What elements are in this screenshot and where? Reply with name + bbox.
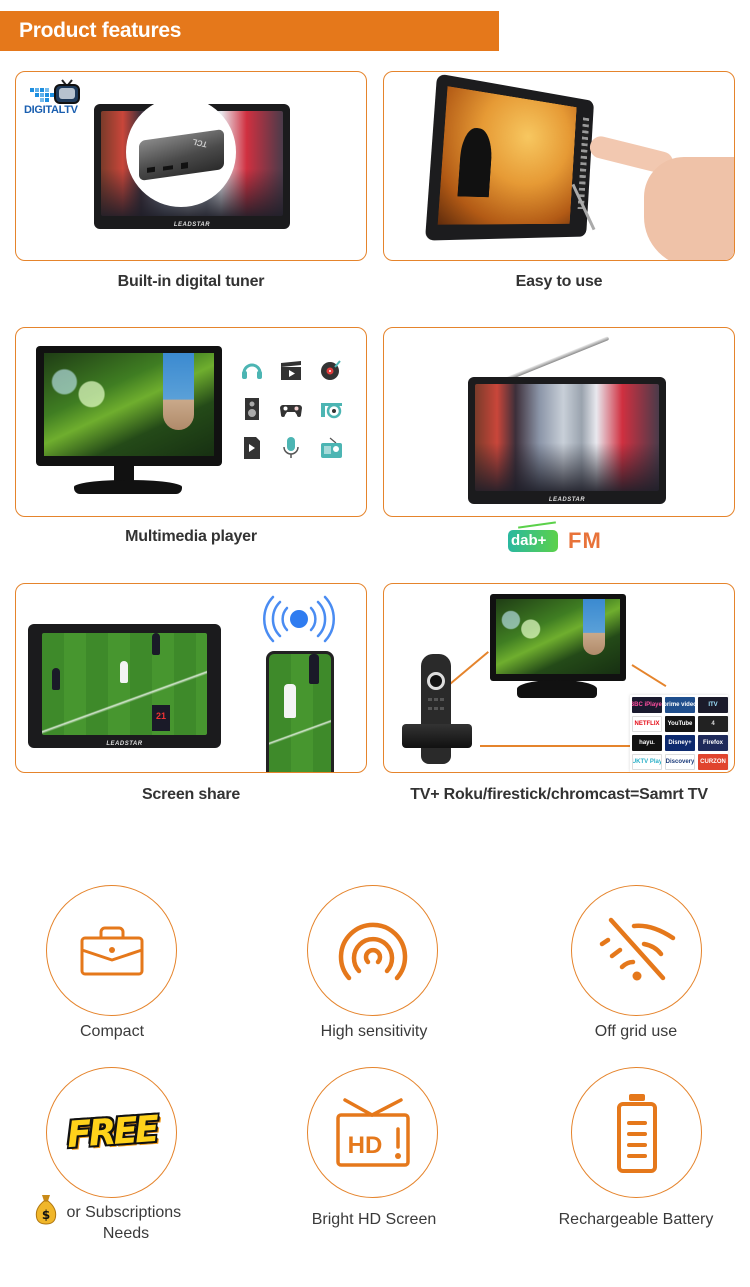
svg-text:$: $ — [42, 1208, 50, 1222]
connector-line-right — [631, 664, 667, 688]
app-tile: Firefox — [698, 735, 728, 751]
tv-box-image: TCL — [126, 97, 236, 207]
phone-image — [266, 651, 334, 772]
feature-label-compact: Compact — [79, 1023, 145, 1040]
app-tile: YouTube — [665, 716, 695, 732]
feature-high-sensitivity — [307, 885, 438, 1016]
battery-icon — [616, 1093, 657, 1173]
camera-icon — [320, 398, 342, 420]
app-tile: Discovery — [665, 754, 695, 770]
tv-brand-text: LEADSTAR — [173, 222, 211, 228]
monitor-base — [74, 480, 182, 494]
streaming-apps-grid: BBC iPlayer prime video ITV NETFLIX YouT… — [630, 695, 728, 772]
feature-card-smart-tv: BBC iPlayer prime video ITV NETFLIX YouT… — [383, 583, 735, 773]
feature-card-multimedia — [15, 327, 367, 517]
fm-logo: FM — [568, 528, 602, 553]
radio-logos: dab+ FM — [508, 521, 602, 556]
app-tile: NETFLIX — [632, 716, 662, 732]
box-brand-text: TCL — [191, 136, 210, 149]
feature-label-hd-screen: Bright HD Screen — [311, 1211, 437, 1228]
monitor-base — [517, 680, 597, 698]
feature-off-grid — [571, 885, 702, 1016]
tv-brand-text: LEADSTAR — [548, 497, 586, 503]
monitor-image — [490, 594, 626, 681]
speaker-icon — [241, 398, 263, 420]
tv-brand-text: LEADSTAR — [106, 741, 143, 747]
connector-line-left — [449, 651, 489, 685]
app-tile: hayu. — [632, 735, 662, 751]
app-tile: BBC iPlayer — [632, 697, 662, 713]
free-badge-icon: FREE — [65, 1108, 158, 1157]
hand-image — [587, 132, 734, 260]
section-header: Product features — [0, 11, 499, 51]
card-label-screen-share: Screen share — [141, 786, 241, 803]
card-label-easy-to-use: Easy to use — [515, 273, 603, 290]
tablet-tv-image — [424, 73, 595, 241]
feature-label-free: $ or Subscriptions Needs — [34, 1193, 194, 1244]
feature-card-easy-to-use — [383, 71, 735, 261]
app-tile: Disney+ — [665, 735, 695, 751]
feature-compact — [46, 885, 177, 1016]
headphones-icon — [241, 359, 263, 381]
connector-line-bottom — [480, 745, 630, 747]
tv-image: 21 LEADSTAR — [28, 624, 221, 748]
monitor-image — [36, 346, 222, 466]
feature-hd-screen: HD — [307, 1067, 438, 1198]
clapperboard-icon — [280, 359, 302, 381]
app-tile: prime video — [665, 697, 695, 713]
tv-logo-icon — [30, 79, 80, 104]
card-label-digital-tuner: Built-in digital tuner — [117, 273, 265, 290]
briefcase-icon — [80, 926, 143, 975]
app-tile: 4 — [698, 716, 728, 732]
hd-tv-icon: HD — [335, 1097, 410, 1167]
antenna-image — [501, 336, 610, 383]
vinyl-record-icon — [320, 359, 342, 381]
card-label-smart-tv: TV+ Roku/firestick/chromcast=Samrt TV — [410, 786, 708, 803]
app-tile: CURZON — [698, 754, 728, 770]
feature-battery — [571, 1067, 702, 1198]
card-label-multimedia: Multimedia player — [125, 528, 257, 545]
dab-plus-logo: dab+ — [508, 521, 558, 552]
signal-arcs-icon — [338, 922, 407, 980]
microphone-icon — [280, 437, 302, 459]
feature-label-high-sensitivity: High sensitivity — [320, 1023, 428, 1040]
gamepad-icon — [280, 398, 302, 420]
cast-signal-icon — [259, 594, 339, 644]
feature-card-screen-share: 21 LEADSTAR — [15, 583, 367, 773]
feature-label-off-grid: Off grid use — [594, 1023, 678, 1040]
svg-text:HD: HD — [347, 1132, 382, 1159]
radio-icon — [320, 437, 342, 459]
digital-tv-logo-text: DIGITALTV — [24, 104, 78, 116]
fire-tv-stick — [402, 724, 472, 748]
video-file-icon — [241, 437, 263, 459]
feature-card-radio: LEADSTAR — [383, 327, 735, 517]
feature-card-digital-tuner: DIGITALTV LEADSTAR TCL — [15, 71, 367, 261]
jersey-number: 21 — [152, 705, 170, 731]
wifi-off-icon — [599, 917, 675, 980]
portable-tv-image: LEADSTAR — [468, 377, 666, 504]
feature-label-battery: Rechargeable Battery — [558, 1211, 714, 1228]
digital-tv-logo: DIGITALTV — [24, 78, 84, 118]
app-tile: UKTV Play — [632, 754, 662, 770]
feature-free: FREE — [46, 1067, 177, 1198]
app-tile: ITV — [698, 697, 728, 713]
money-bag-icon: $ — [34, 1193, 58, 1225]
